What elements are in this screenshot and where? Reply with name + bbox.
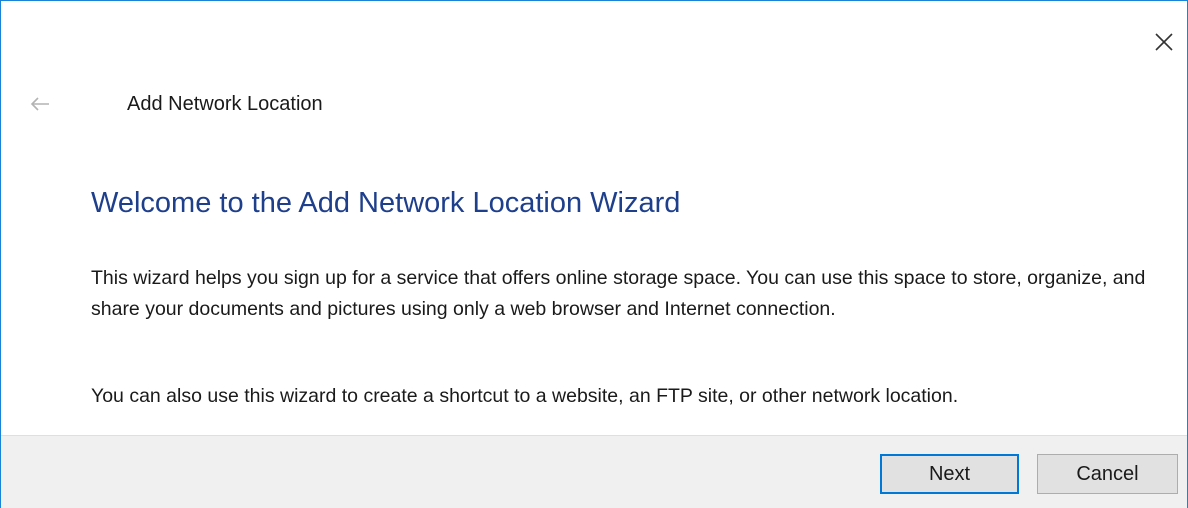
back-button[interactable] <box>23 87 57 121</box>
description-paragraph: This wizard helps you sign up for a serv… <box>91 267 1146 320</box>
window-title: Add Network Location <box>127 93 323 115</box>
close-icon <box>1155 33 1173 51</box>
wizard-window: Add Network Location Welcome to the Add … <box>0 0 1188 508</box>
next-button[interactable]: Next <box>880 454 1019 494</box>
back-arrow-icon <box>30 97 49 111</box>
button-footer: Next Cancel <box>1 435 1187 508</box>
shortcut-paragraph: You can also use this wizard to create a… <box>91 385 959 407</box>
cancel-button[interactable]: Cancel <box>1037 454 1178 494</box>
close-button[interactable] <box>1147 25 1181 59</box>
wizard-heading: Welcome to the Add Network Location Wiza… <box>91 187 681 219</box>
